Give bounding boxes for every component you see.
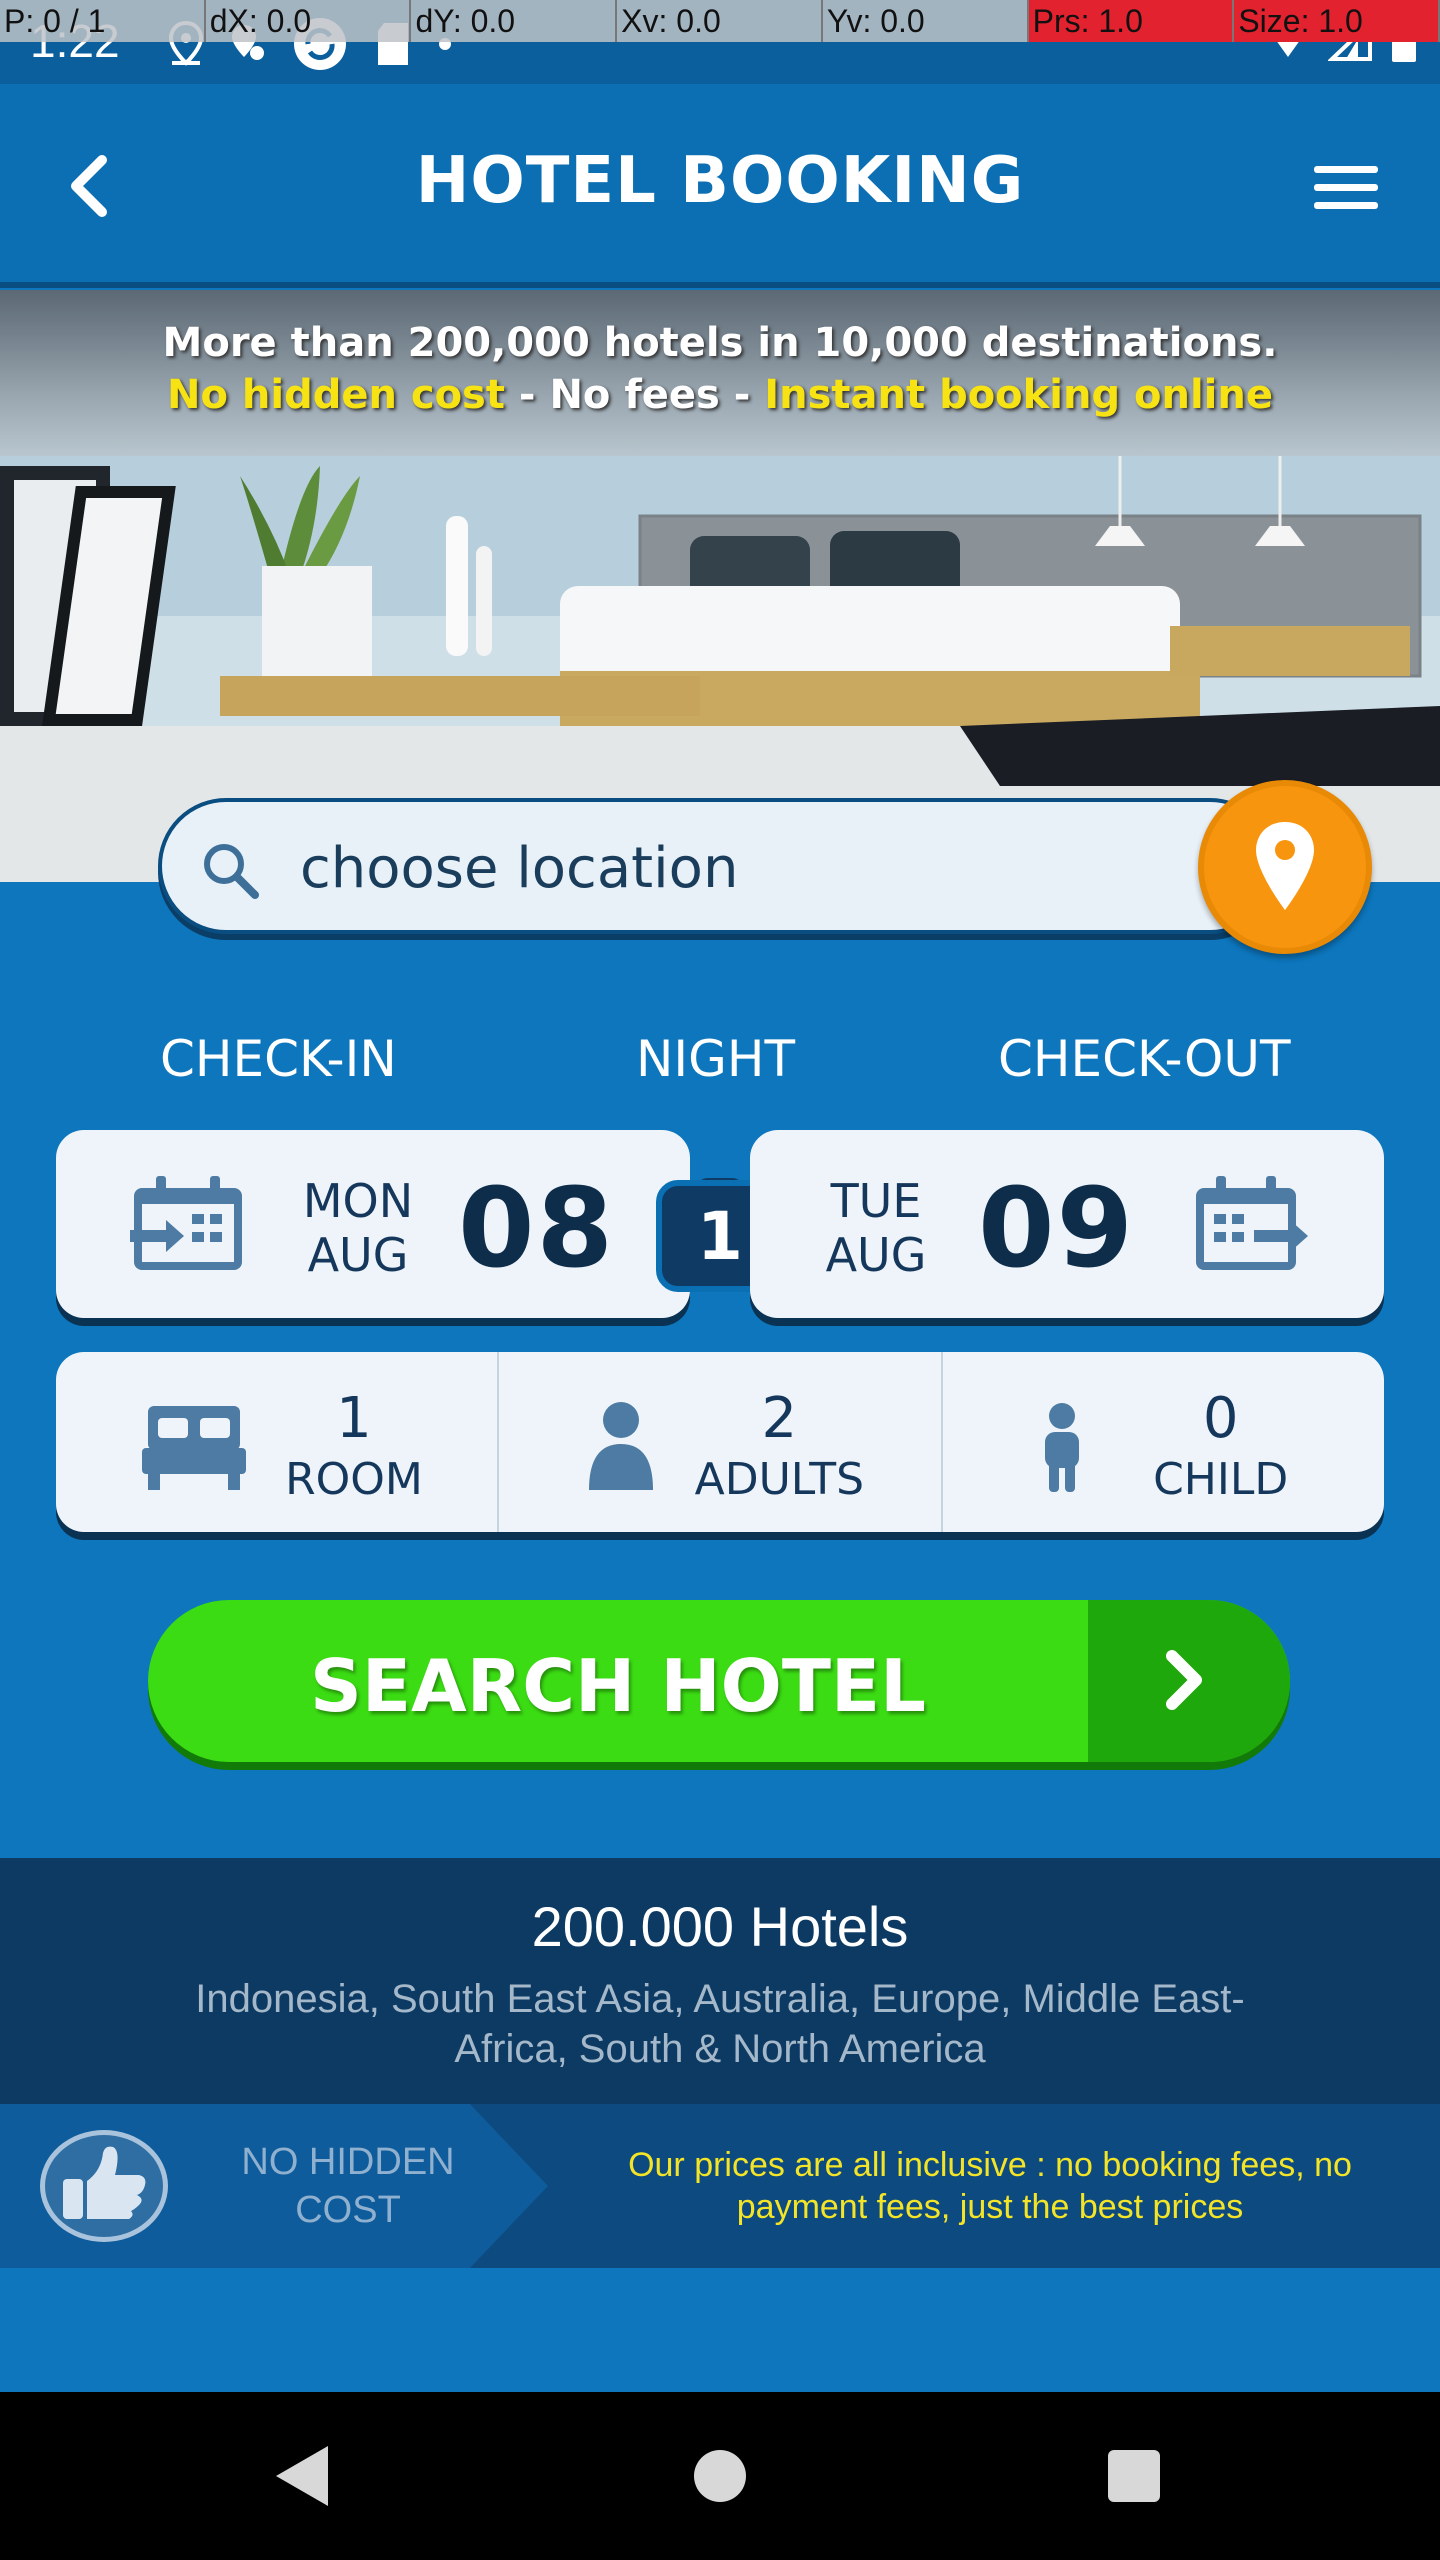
hamburger-menu-icon[interactable] xyxy=(1310,162,1382,214)
no-hidden-cost-label: NO HIDDEN COST xyxy=(241,2141,455,2231)
search-hotel-button[interactable]: SEARCH HOTEL xyxy=(148,1600,1290,1762)
debug-cell: dX: 0.0 xyxy=(206,0,412,42)
system-nav-bar xyxy=(0,2392,1440,2560)
search-placeholder: choose location xyxy=(300,836,739,901)
checkin-day: 08 xyxy=(458,1164,616,1292)
checkin-label: CHECK-IN xyxy=(160,1030,397,1088)
children-count: 0 xyxy=(1202,1386,1239,1451)
hotels-info-section: 200.000 Hotels Indonesia, South East Asi… xyxy=(0,1858,1440,2104)
checkout-weekday: TUE xyxy=(830,1174,922,1228)
map-pin-icon xyxy=(1256,822,1314,910)
hotels-count-title: 200.000 Hotels xyxy=(531,1895,909,1958)
hotels-regions: Indonesia, South East Asia, Australia, E… xyxy=(195,1977,1245,2071)
page-title: HOTEL BOOKING xyxy=(415,144,1025,218)
banner-no-fees: - No fees - xyxy=(505,372,765,418)
children-selector[interactable]: 0 CHILD xyxy=(940,1352,1384,1532)
checkout-label: CHECK-OUT xyxy=(998,1030,1291,1088)
night-label: NIGHT xyxy=(636,1030,796,1088)
adults-label: ADULTS xyxy=(694,1454,865,1505)
rooms-selector[interactable]: 1 ROOM xyxy=(56,1352,497,1532)
debug-cell: Prs: 1.0 xyxy=(1028,0,1235,42)
debug-cell: Xv: 0.0 xyxy=(617,0,823,42)
checkin-month: AUG xyxy=(307,1228,409,1282)
thumbs-up-icon xyxy=(40,2130,168,2242)
debug-overlay: P: 0 / 1 dX: 0.0 dY: 0.0 Xv: 0.0 Yv: 0.0 Prs:… xyxy=(0,0,1440,42)
debug-cell: dY: 0.0 xyxy=(411,0,618,42)
adults-count: 2 xyxy=(761,1386,798,1451)
checkin-date-picker[interactable]: MON AUG 08 xyxy=(56,1130,690,1318)
search-hotel-arrow xyxy=(1088,1600,1290,1762)
calendar-checkin-icon xyxy=(130,1176,242,1270)
rooms-count: 1 xyxy=(336,1386,372,1451)
nav-recent-apps-icon[interactable] xyxy=(1108,2450,1160,2502)
checkout-weekday-month: TUE AUG xyxy=(806,1174,946,1282)
debug-cell: Yv: 0.0 xyxy=(823,0,1029,42)
guests-selector: 1 ROOM 2 ADULTS 0 CHILD xyxy=(56,1352,1384,1532)
bed-icon xyxy=(142,1406,246,1490)
rooms-label: ROOM xyxy=(285,1454,423,1505)
nav-home-icon[interactable] xyxy=(694,2450,746,2502)
checkin-weekday: MON xyxy=(302,1174,414,1228)
date-labels: CHECK-IN NIGHT CHECK-OUT xyxy=(0,1030,1440,1096)
search-hotel-label: SEARCH HOTEL xyxy=(309,1644,926,1728)
location-search-input[interactable]: choose location xyxy=(158,798,1278,934)
app-bar: HOTEL BOOKING xyxy=(0,84,1440,288)
banner-headline: More than 200,000 hotels in 10,000 desti… xyxy=(162,320,1278,366)
current-location-button[interactable] xyxy=(1198,780,1372,954)
adult-person-icon xyxy=(589,1402,654,1490)
debug-cell: Size: 1.0 xyxy=(1234,0,1440,42)
banner-no-hidden-cost: No hidden cost xyxy=(167,372,505,418)
nav-back-icon[interactable] xyxy=(272,2442,332,2510)
child-person-icon xyxy=(1044,1403,1079,1492)
checkout-day: 09 xyxy=(978,1164,1136,1292)
adults-selector[interactable]: 2 ADULTS xyxy=(497,1352,940,1532)
children-label: CHILD xyxy=(1153,1454,1289,1505)
no-hidden-cost-text: Our prices are all inclusive : no bookin… xyxy=(628,2146,1352,2226)
checkin-weekday-month: MON AUG xyxy=(288,1174,428,1282)
calendar-checkout-icon xyxy=(1196,1176,1308,1270)
banner-instant-booking: Instant booking online xyxy=(764,372,1273,418)
checkout-month: AUG xyxy=(825,1228,927,1282)
debug-cell: P: 0 / 1 xyxy=(0,0,206,42)
checkout-date-picker[interactable]: TUE AUG 09 xyxy=(750,1130,1384,1318)
no-hidden-cost-section: NO HIDDEN COST Our prices are all inclus… xyxy=(0,2104,1440,2268)
status-bar: 1:22 P: 0 / 1dX: 0.0dY: 0.0Xv: 0.0Yv: 0.… xyxy=(0,0,1440,84)
chevron-right-icon xyxy=(1166,1650,1202,1710)
search-icon xyxy=(204,844,259,899)
banner-subline: No hidden cost - No fees - Instant booki… xyxy=(0,372,1440,418)
